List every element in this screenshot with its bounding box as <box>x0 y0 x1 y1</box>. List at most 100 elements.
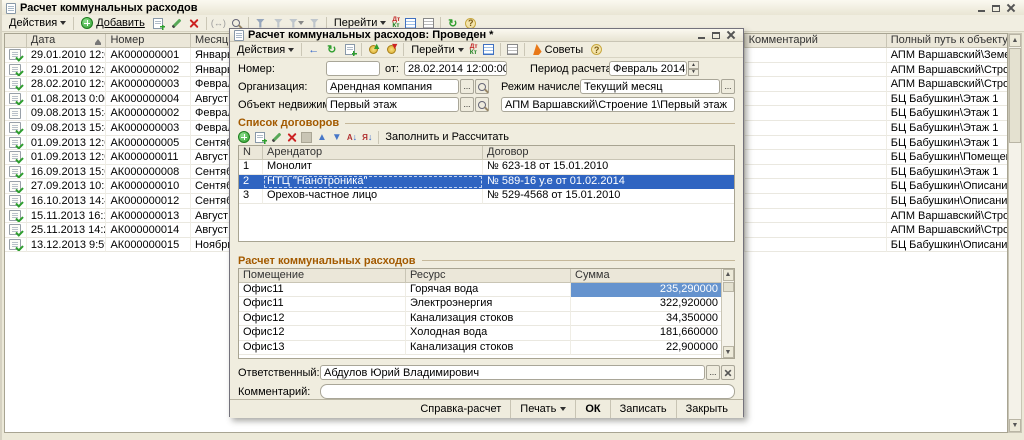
path-cell[interactable]: БЦ Бабушкин\Этаж 1 <box>887 136 1007 151</box>
header-path[interactable]: Полный путь к объекту <box>887 34 1007 48</box>
comment-cell[interactable] <box>745 238 887 253</box>
number-cell[interactable]: АК000000015 <box>106 238 191 253</box>
number-cell[interactable]: АК000000014 <box>106 223 191 238</box>
delete-button[interactable] <box>187 16 202 30</box>
date-cell[interactable]: 16.09.2013 15:05:23 <box>27 165 107 180</box>
path-cell[interactable]: АПМ Варшавский\Строен... <box>887 77 1007 92</box>
object-input[interactable]: Первый этаж <box>326 97 459 112</box>
resource-cell[interactable]: Холодная вода <box>406 326 571 341</box>
calc-row[interactable]: Офис12Канализация стоков34,350000 <box>239 312 734 327</box>
n-cell[interactable]: 3 <box>239 189 263 204</box>
edit-row-button[interactable] <box>270 130 282 144</box>
number-cell[interactable]: АК000000008 <box>106 165 191 180</box>
sort-asc-button[interactable]: А↓ <box>347 132 357 142</box>
number-cell[interactable]: АК000000003 <box>106 121 191 136</box>
object-open-button[interactable] <box>475 97 489 112</box>
comment-cell[interactable] <box>745 48 887 63</box>
calc-row[interactable]: Офис12Холодная вода181,660000 <box>239 326 734 341</box>
scrollbar-thumb[interactable] <box>1009 48 1021 143</box>
number-cell[interactable]: АК000000002 <box>106 63 191 78</box>
header-room[interactable]: Помещение <box>239 269 406 283</box>
mode-input[interactable]: Текущий месяц <box>580 79 720 94</box>
refresh-form-button[interactable]: ↻ <box>324 43 339 57</box>
calc-row[interactable]: Офис11Горячая вода235,290000 <box>239 283 734 298</box>
amount-cell[interactable]: 322,920000 <box>571 297 734 312</box>
comment-cell[interactable] <box>745 194 887 209</box>
move-down-icon[interactable]: ▼ <box>332 132 342 143</box>
date-cell[interactable]: 16.10.2013 14:42:34 <box>27 194 107 209</box>
unpost-button[interactable]: ▼ <box>384 43 399 57</box>
path-cell[interactable]: БЦ Бабушкин\Этаж 1 <box>887 121 1007 136</box>
scroll-down-icon[interactable]: ▼ <box>723 346 734 358</box>
date-cell[interactable]: 28.02.2010 12:00:00 <box>27 77 107 92</box>
save-button[interactable]: Записать <box>610 400 676 418</box>
path-cell[interactable]: АПМ Варшавский\Строен... <box>887 63 1007 78</box>
resource-cell[interactable]: Горячая вода <box>406 283 571 298</box>
header-resource[interactable]: Ресурс <box>406 269 571 283</box>
date-cell[interactable]: 29.01.2010 12:00:01 <box>27 63 107 78</box>
header-amount[interactable]: Сумма <box>571 269 734 283</box>
contract-cell[interactable]: № 589-16 у.е от 01.02.2014 <box>483 175 734 190</box>
header-tenant[interactable]: Арендатор <box>263 146 483 160</box>
header-comment[interactable]: Комментарий <box>745 34 887 48</box>
scrollbar-thumb[interactable] <box>723 282 734 292</box>
dialog-structure-button[interactable] <box>505 43 520 57</box>
dialog-help-button[interactable]: ? <box>589 43 604 57</box>
dialog-minimize-icon[interactable] <box>698 37 705 39</box>
tenant-cell[interactable]: НТЦ "Нанотроника" <box>263 175 483 190</box>
path-cell[interactable]: БЦ Бабушкин\Описание р... <box>887 179 1007 194</box>
room-cell[interactable]: Офис12 <box>239 312 406 327</box>
room-cell[interactable]: Офис12 <box>239 326 406 341</box>
header-contract[interactable]: Договор <box>483 146 734 160</box>
copy-row-icon[interactable] <box>255 132 265 143</box>
number-cell[interactable]: АК000000005 <box>106 136 191 151</box>
documents-scrollbar[interactable]: ▲ ▼ <box>1008 33 1022 433</box>
mode-select-button[interactable]: ... <box>721 79 735 94</box>
comment-cell[interactable] <box>745 121 887 136</box>
sort-desc-button[interactable]: Я↓ <box>362 132 372 142</box>
number-cell[interactable]: АК000000003 <box>106 77 191 92</box>
date-cell[interactable]: 25.11.2013 14:22:06 <box>27 223 107 238</box>
edit-button[interactable] <box>169 16 184 30</box>
calc-row[interactable]: Офис11Электроэнергия322,920000 <box>239 297 734 312</box>
calc-scrollbar[interactable]: ▲ ▼ <box>721 269 734 359</box>
date-cell[interactable]: 09.08.2013 15:45:52 <box>27 106 107 121</box>
calc-row[interactable]: Офис13Канализация стоков22,900000 <box>239 341 734 356</box>
path-cell[interactable]: БЦ Бабушкин\Описание р... <box>887 194 1007 209</box>
responsible-select-button[interactable]: ... <box>706 365 720 380</box>
object-select-button[interactable]: ... <box>460 97 474 112</box>
contract-cell[interactable]: № 623-18 от 15.01.2010 <box>483 160 734 175</box>
print-button[interactable]: Печать <box>510 400 575 418</box>
contract-row[interactable]: 2НТЦ "Нанотроника"№ 589-16 у.е от 01.02.… <box>239 175 734 190</box>
number-cell[interactable]: АК000000013 <box>106 209 191 224</box>
path-cell[interactable]: АПМ Варшавский\Строен... <box>887 223 1007 238</box>
number-input[interactable] <box>326 61 380 76</box>
path-cell[interactable]: БЦ Бабушкин\Помещения... <box>887 150 1007 165</box>
header-n[interactable]: N <box>239 146 263 160</box>
post-button[interactable]: ▲ <box>366 43 381 57</box>
resource-cell[interactable]: Канализация стоков <box>406 312 571 327</box>
path-cell[interactable]: БЦ Бабушкин\Описание р... <box>887 238 1007 253</box>
room-cell[interactable]: Офис11 <box>239 297 406 312</box>
ok-button[interactable]: ОК <box>575 400 609 418</box>
comment-cell[interactable] <box>745 150 887 165</box>
number-cell[interactable]: АК000000002 <box>106 106 191 121</box>
responsible-clear-button[interactable] <box>721 365 735 380</box>
dialog-maximize-icon[interactable] <box>712 32 720 39</box>
date-cell[interactable]: 01.08.2013 0:00:00 <box>27 92 107 107</box>
date-cell[interactable]: 15.11.2013 16:13:29 <box>27 209 107 224</box>
advice-button[interactable]: Советы <box>529 42 586 57</box>
dialog-dtkt-button[interactable]: ДтКт <box>470 44 478 56</box>
amount-cell[interactable]: 235,290000 <box>571 283 734 298</box>
path-cell[interactable]: АПМ Варшавский\Строен... <box>887 209 1007 224</box>
number-cell[interactable]: АК000000012 <box>106 194 191 209</box>
date-cell[interactable]: 27.09.2013 10:53:11 <box>27 179 107 194</box>
actions-button[interactable]: Действия <box>6 16 69 31</box>
add-button[interactable]: Добавить <box>78 16 148 31</box>
fill-and-calc-button[interactable]: Заполнить и Рассчитать <box>385 131 509 143</box>
contract-cell[interactable]: № 529-4568 от 15.01.2010 <box>483 189 734 204</box>
spin-up-icon[interactable]: ▲ <box>688 61 699 69</box>
spin-down-icon[interactable]: ▼ <box>688 69 699 77</box>
n-cell[interactable]: 1 <box>239 160 263 175</box>
dialog-actions-button[interactable]: Действия <box>234 42 297 57</box>
